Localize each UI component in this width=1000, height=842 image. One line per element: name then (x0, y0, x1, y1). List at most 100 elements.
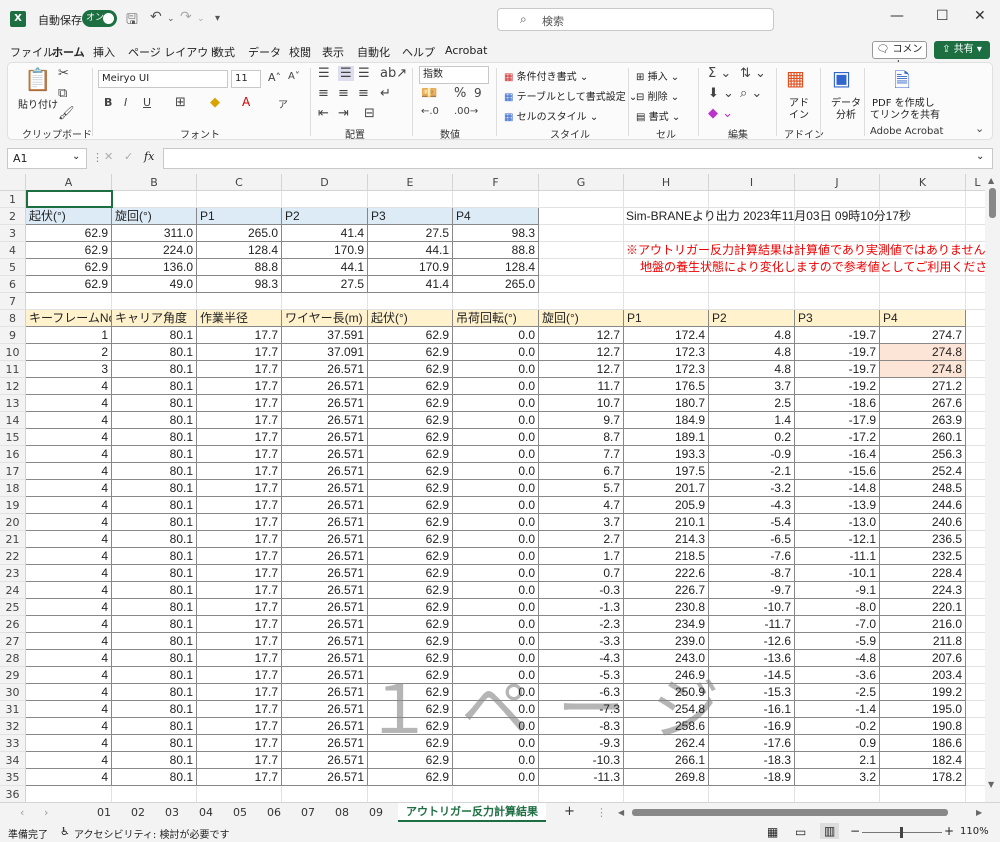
table-cell[interactable]: 80.1 (112, 650, 197, 667)
horizontal-scroll-thumb[interactable] (632, 809, 948, 816)
row-header[interactable]: 7 (0, 293, 26, 310)
table-cell[interactable]: 62.9 (368, 752, 453, 769)
column-header[interactable]: F (453, 174, 539, 191)
table-cell[interactable]: 62.9 (368, 412, 453, 429)
table-cell[interactable]: 88.8 (453, 242, 539, 259)
table-cell[interactable]: 248.5 (880, 480, 966, 497)
cut-icon[interactable]: ✂ (58, 66, 69, 81)
table-cell[interactable]: P3 (368, 208, 453, 225)
bold-icon[interactable]: B (104, 96, 112, 109)
table-cell[interactable]: 172.3 (624, 361, 709, 378)
table-cell[interactable]: 0.0 (453, 361, 539, 378)
row-header[interactable]: 24 (0, 582, 26, 599)
table-cell[interactable]: 62.9 (26, 225, 112, 242)
table-cell[interactable]: 4 (26, 378, 112, 395)
table-cell[interactable]: 224.3 (880, 582, 966, 599)
table-cell[interactable]: 172.3 (624, 344, 709, 361)
table-cell[interactable]: P1 (624, 310, 709, 327)
table-cell[interactable]: 80.1 (112, 752, 197, 769)
table-cell[interactable]: 17.7 (197, 429, 282, 446)
table-cell[interactable]: 205.9 (624, 497, 709, 514)
table-cell[interactable]: 17.7 (197, 361, 282, 378)
row-header[interactable]: 2 (0, 208, 26, 225)
row-header[interactable]: 16 (0, 446, 26, 463)
table-cell[interactable]: 0.0 (453, 633, 539, 650)
number-format-select[interactable]: 指数 (419, 66, 489, 84)
table-cell[interactable]: 62.9 (368, 565, 453, 582)
table-cell[interactable]: 88.8 (197, 259, 282, 276)
table-cell[interactable]: 62.9 (368, 361, 453, 378)
analyze-data-icon[interactable]: ▣ (832, 66, 851, 90)
table-cell[interactable]: 80.1 (112, 701, 197, 718)
table-cell[interactable]: 17.7 (197, 463, 282, 480)
table-cell[interactable]: 26.571 (282, 599, 368, 616)
table-cell[interactable]: 62.9 (26, 259, 112, 276)
percent-icon[interactable]: % (454, 86, 466, 101)
table-cell[interactable]: 2.1 (795, 752, 880, 769)
table-cell[interactable]: 207.6 (880, 650, 966, 667)
row-header[interactable]: 13 (0, 395, 26, 412)
table-cell[interactable]: -10.1 (795, 565, 880, 582)
sheet-options-icon[interactable]: ⋮ (596, 806, 607, 819)
table-cell[interactable]: 4.7 (539, 497, 624, 514)
row-header[interactable]: 29 (0, 667, 26, 684)
table-cell[interactable]: 37.591 (282, 327, 368, 344)
table-cell[interactable]: 3.7 (539, 514, 624, 531)
font-color-icon[interactable]: A (242, 95, 250, 109)
table-cell[interactable]: -15.3 (709, 684, 795, 701)
table-cell[interactable]: 80.1 (112, 565, 197, 582)
table-cell[interactable]: 4.8 (709, 361, 795, 378)
table-cell[interactable]: 4 (26, 395, 112, 412)
table-cell[interactable]: 80.1 (112, 735, 197, 752)
paste-button[interactable]: 貼り付け (18, 96, 58, 111)
addins-button-label-2[interactable]: イン (789, 106, 809, 121)
table-cell[interactable]: 9.7 (539, 412, 624, 429)
table-cell[interactable]: 27.5 (282, 276, 368, 293)
table-cell[interactable]: 234.9 (624, 616, 709, 633)
currency-icon[interactable]: 💴 (421, 86, 437, 101)
table-cell[interactable]: -5.3 (539, 667, 624, 684)
table-cell[interactable]: -0.2 (795, 718, 880, 735)
table-cell[interactable]: -8.0 (795, 599, 880, 616)
column-header[interactable]: K (880, 174, 966, 191)
table-cell[interactable]: 26.571 (282, 769, 368, 786)
zoom-level[interactable]: 110% (960, 826, 989, 837)
table-cell[interactable]: 203.4 (880, 667, 966, 684)
table-cell[interactable]: 80.1 (112, 514, 197, 531)
table-cell[interactable]: 214.3 (624, 531, 709, 548)
table-cell[interactable]: 267.6 (880, 395, 966, 412)
tab-view[interactable]: 表示 (322, 44, 344, 60)
table-cell[interactable]: 吊荷回転(°) (453, 310, 539, 327)
spreadsheet-grid[interactable]: １ページ A B C D E F G H I J K L 1 2 3 4 5 6 7 8 9 10 11 12 13 14 15 16… (0, 174, 985, 802)
table-cell[interactable]: 26.571 (282, 752, 368, 769)
table-cell[interactable]: 3 (26, 361, 112, 378)
table-cell[interactable]: キーフレームNo (26, 310, 112, 327)
sheet-tab-05[interactable]: 05 (233, 806, 247, 819)
page-layout-view-icon[interactable]: ▭ (795, 825, 806, 839)
table-cell[interactable]: 26.571 (282, 446, 368, 463)
table-cell[interactable]: 62.9 (368, 463, 453, 480)
column-header[interactable]: A (26, 174, 112, 191)
table-cell[interactable]: 0.0 (453, 531, 539, 548)
table-cell[interactable]: 0.0 (453, 429, 539, 446)
table-cell[interactable]: 41.4 (282, 225, 368, 242)
table-cell[interactable]: 41.4 (368, 276, 453, 293)
table-cell[interactable]: 62.9 (368, 650, 453, 667)
table-cell[interactable]: 17.7 (197, 327, 282, 344)
table-cell[interactable]: 49.0 (112, 276, 197, 293)
table-cell[interactable]: 旋回(°) (112, 208, 197, 225)
table-cell[interactable]: 17.7 (197, 548, 282, 565)
table-cell[interactable]: 62.9 (368, 667, 453, 684)
table-cell[interactable]: P3 (795, 310, 880, 327)
table-cell[interactable]: 236.5 (880, 531, 966, 548)
table-cell[interactable]: 17.7 (197, 667, 282, 684)
table-cell[interactable]: 2.5 (709, 395, 795, 412)
table-cell[interactable]: P4 (453, 208, 539, 225)
row-header[interactable]: 11 (0, 361, 26, 378)
table-cell[interactable]: 244.6 (880, 497, 966, 514)
minimize-icon[interactable]: — (890, 8, 904, 24)
tab-review[interactable]: 校閲 (289, 44, 311, 60)
table-cell[interactable]: 80.1 (112, 327, 197, 344)
table-cell[interactable]: 80.1 (112, 599, 197, 616)
column-header[interactable]: J (795, 174, 880, 191)
